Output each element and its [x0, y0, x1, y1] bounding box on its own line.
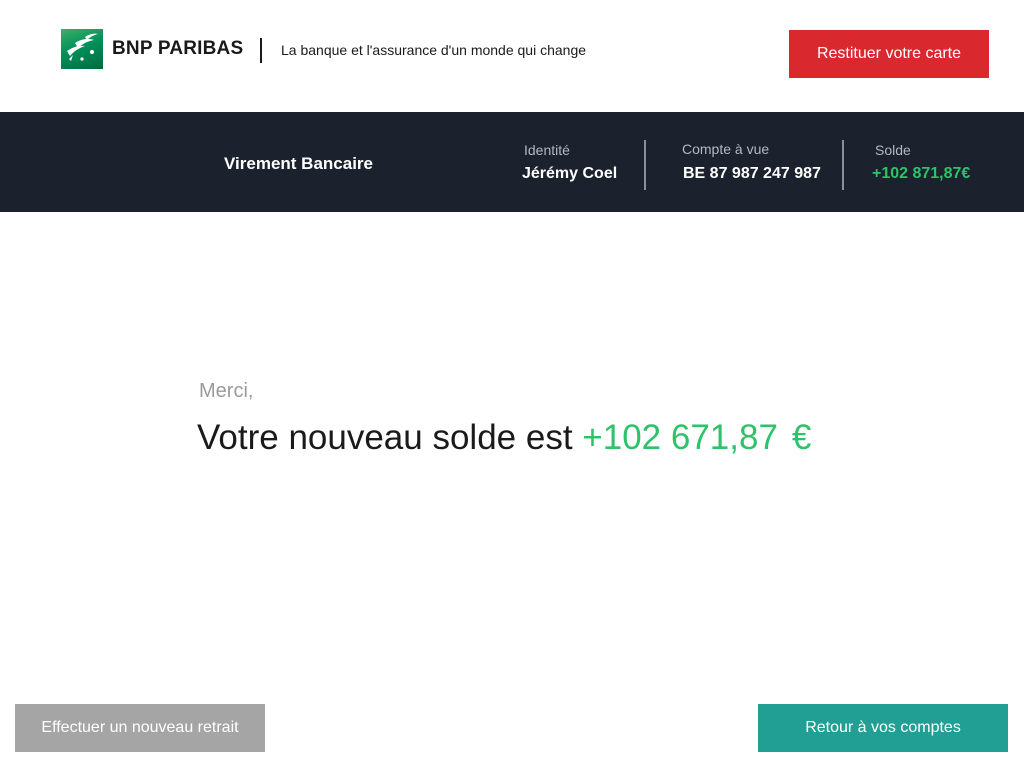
account-info-bar: Virement Bancaire Identité Jérémy Coel C… — [0, 112, 1024, 212]
back-to-accounts-button[interactable]: Retour à vos comptes — [758, 704, 1008, 752]
account-value: BE 87 987 247 987 — [683, 165, 821, 182]
balance-label: Solde — [875, 142, 911, 158]
identity-value: Jérémy Coel — [522, 165, 618, 182]
info-separator — [842, 140, 844, 190]
new-balance-message: Votre nouveau solde est +102 671,87 € — [197, 418, 811, 458]
restituer-carte-button[interactable]: Restituer votre carte — [789, 30, 989, 78]
new-withdrawal-button[interactable]: Effectuer un nouveau retrait — [15, 704, 265, 752]
page: BNP PARIBAS La banque et l'assurance d'u… — [0, 0, 1024, 768]
bnp-paribas-stars-logo-icon — [61, 29, 103, 69]
account-label: Compte à vue — [682, 141, 770, 157]
identity-label: Identité — [524, 142, 570, 158]
tagline: La banque et l'assurance d'un monde qui … — [281, 42, 587, 58]
new-balance-amount: +102 671,87 — [582, 418, 778, 457]
header: BNP PARIBAS La banque et l'assurance d'u… — [0, 0, 1024, 112]
brand-divider — [260, 38, 262, 63]
balance-value: +102 871,87€ — [872, 165, 971, 182]
info-separator — [644, 140, 646, 190]
brand-name: BNP PARIBAS — [112, 38, 244, 59]
operation-title: Virement Bancaire — [224, 154, 373, 173]
new-balance-currency: € — [791, 418, 812, 457]
thanks-text: Merci, — [199, 380, 254, 402]
new-balance-prefix: Votre nouveau solde est — [197, 418, 573, 457]
